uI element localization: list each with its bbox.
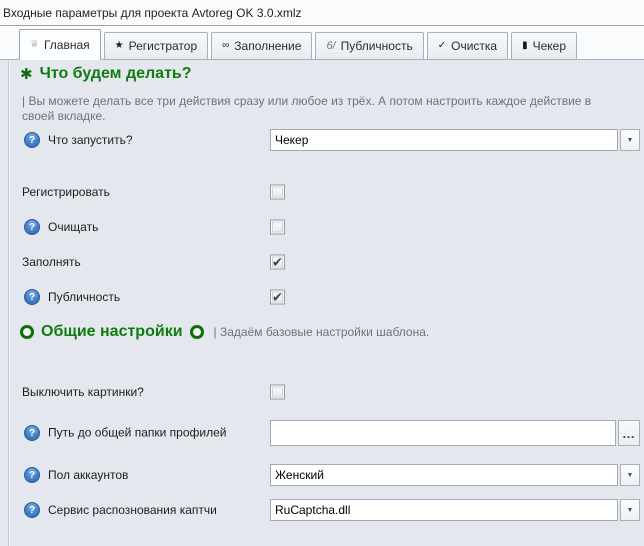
browse-button[interactable]: … xyxy=(618,420,640,446)
combobox-value[interactable]: Чекер xyxy=(270,129,618,151)
field-row-gender: ? Пол аккаунтов Женский ▼ xyxy=(0,462,644,488)
checkmark-icon: ✔ xyxy=(272,289,283,305)
help-icon[interactable]: ? xyxy=(24,132,40,148)
dropdown-button[interactable]: ▼ xyxy=(620,464,640,486)
tab-cleanup[interactable]: ✓ Очистка xyxy=(426,32,509,59)
captcha-service-combobox[interactable]: RuCaptcha.dll ▼ xyxy=(270,499,640,521)
tab-label: Публичность xyxy=(340,39,413,53)
field-row-captcha-service: ? Сервис распознования каптчи RuCaptcha.… xyxy=(0,497,644,523)
field-row-fill: Заполнять ✔ xyxy=(0,249,644,275)
tab-publicity[interactable]: 6/ Публичность xyxy=(315,32,424,59)
star-icon: ★ xyxy=(114,40,124,51)
profiles-path-control: … xyxy=(270,420,640,446)
star-icon: ✱ xyxy=(20,65,33,83)
field-row-register: Регистрировать ✔ xyxy=(0,179,644,205)
section-title: Что будем делать? xyxy=(39,65,192,82)
dropdown-button[interactable]: ▼ xyxy=(620,129,640,151)
checkmark-icon: ✓ xyxy=(437,40,447,51)
infinity-icon: ∞ xyxy=(222,40,230,51)
tab-main[interactable]: ♕ Главная xyxy=(19,29,101,60)
section-description: | Вы можете делать все три действия сраз… xyxy=(22,94,592,123)
tab-label: Очистка xyxy=(451,39,498,53)
dropdown-button[interactable]: ▼ xyxy=(620,499,640,521)
tab-strip: ♕ Главная ★ Регистратор ∞ Заполнение 6/ … xyxy=(0,26,644,60)
chevron-down-icon: ▼ xyxy=(626,136,634,144)
window-title: Входные параметры для проекта Avtoreg OK… xyxy=(3,5,302,20)
disable-images-checkbox[interactable]: ✔ xyxy=(270,384,285,400)
field-label: Очищать xyxy=(48,220,99,234)
field-row-profiles-path: ? Путь до общей папки профилей … xyxy=(0,418,644,448)
help-icon[interactable]: ? xyxy=(24,219,40,235)
field-label: Регистрировать xyxy=(22,185,110,199)
field-label: Сервис распознования каптчи xyxy=(48,503,217,517)
field-label: Публичность xyxy=(48,290,121,304)
section-title: Общие настройки xyxy=(41,323,183,340)
combobox-value[interactable]: Женский xyxy=(270,464,618,486)
tab-registrator[interactable]: ★ Регистратор xyxy=(103,32,209,59)
crown-icon: ♕ xyxy=(30,39,39,50)
block-icon: ▮ xyxy=(522,40,528,51)
section-header-general: Общие настройки | Задаём базовые настрой… xyxy=(20,323,429,341)
window-title-bar: Входные параметры для проекта Avtoreg OK… xyxy=(0,0,644,26)
register-checkbox[interactable]: ✔ xyxy=(270,184,285,200)
field-row-disable-images: Выключить картинки? ✔ xyxy=(0,379,644,405)
field-row-publicity: ? Публичность ✔ xyxy=(0,284,644,310)
profiles-path-input[interactable] xyxy=(270,420,616,446)
publicity-checkbox[interactable]: ✔ xyxy=(270,289,285,305)
clean-checkbox[interactable]: ✔ xyxy=(270,219,285,235)
section-description: | Задаём базовые настройки шаблона. xyxy=(213,325,430,339)
checkmark-icon: ✔ xyxy=(272,254,283,270)
fill-checkbox[interactable]: ✔ xyxy=(270,254,285,270)
tab-label: Главная xyxy=(43,38,90,52)
help-icon[interactable]: ? xyxy=(24,425,40,441)
tab-label: Чекер xyxy=(532,39,567,53)
chevron-down-icon: ▼ xyxy=(626,471,634,479)
field-row-run-what: ? Что запустить? Чекер ▼ xyxy=(0,127,644,153)
ring-icon xyxy=(189,325,204,339)
field-label: Выключить картинки? xyxy=(22,385,144,399)
chevron-down-icon: ▼ xyxy=(626,506,634,514)
combobox-value[interactable]: RuCaptcha.dll xyxy=(270,499,618,521)
tab-label: Регистратор xyxy=(128,39,198,53)
help-icon[interactable]: ? xyxy=(24,289,40,305)
gender-combobox[interactable]: Женский ▼ xyxy=(270,464,640,486)
field-label: Что запустить? xyxy=(48,133,133,147)
help-icon[interactable]: ? xyxy=(24,502,40,518)
field-row-clean: ? Очищать ✔ xyxy=(0,214,644,240)
field-label: Пол аккаунтов xyxy=(48,468,129,482)
tab-label: Заполнение xyxy=(234,39,302,53)
run-what-combobox[interactable]: Чекер ▼ xyxy=(270,129,640,151)
field-label: Заполнять xyxy=(22,255,81,269)
ring-icon xyxy=(20,325,34,339)
field-label: Путь до общей папки профилей xyxy=(48,425,227,440)
help-icon[interactable]: ? xyxy=(24,467,40,483)
section-header-main: ✱ Что будем делать? xyxy=(20,65,192,83)
glasses-icon: 6/ xyxy=(326,40,336,52)
tab-checker[interactable]: ▮ Чекер xyxy=(511,32,578,59)
tab-page-main: ✱ Что будем делать? | Вы можете делать в… xyxy=(0,60,644,546)
tab-fill[interactable]: ∞ Заполнение xyxy=(211,32,313,59)
